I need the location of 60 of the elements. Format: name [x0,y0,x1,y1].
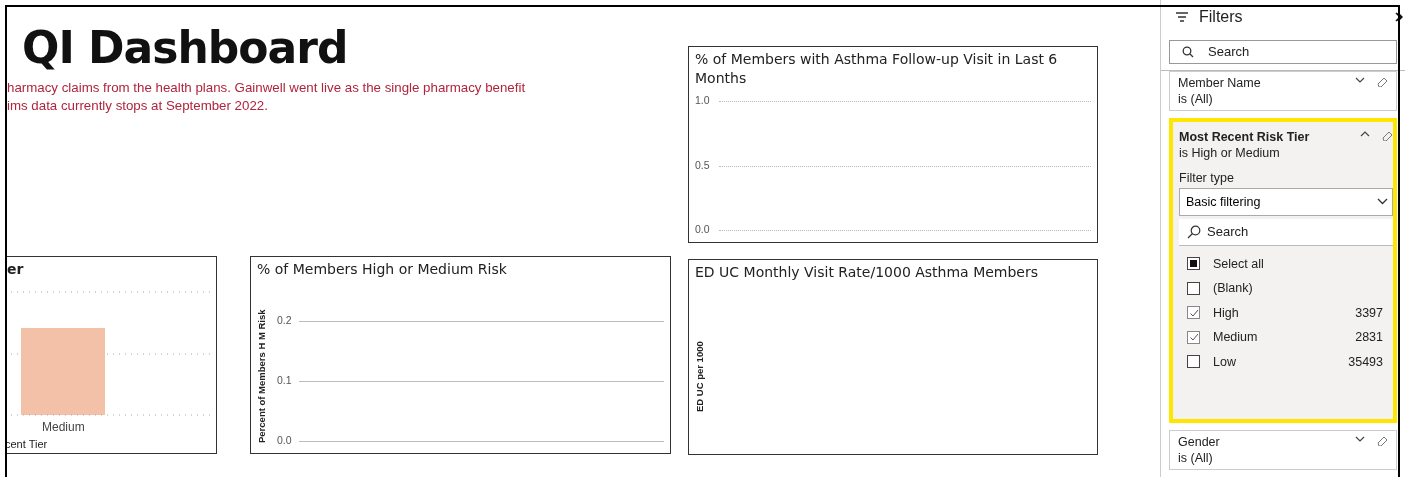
chart-title: ED UC Monthly Visit Rate/1000 Asthma Members [695,263,1039,282]
filter-option[interactable]: (Blank) [1179,276,1393,301]
eraser-icon[interactable] [1377,435,1388,446]
search-field[interactable]: Search [1179,218,1393,246]
tick-label: 0.0 [277,434,292,446]
filter-option[interactable]: Low 35493 [1179,349,1393,374]
filter-type-dropdown[interactable]: Basic filtering [1179,187,1393,216]
axis-title: Percent of Members H M Risk [256,309,267,443]
checkbox[interactable] [1187,355,1200,369]
axis-label: Medium [42,420,85,434]
collapse-icon[interactable] [1395,12,1403,23]
chevron-icon [1377,198,1388,205]
filter-summary: is High or Medium [1179,145,1281,160]
tick-label: 0.0 [695,223,710,235]
checkbox[interactable] [1187,330,1200,344]
option-count: 2831 [1355,330,1383,345]
search-input[interactable]: Search [1207,218,1393,245]
option-count: 35493 [1348,354,1383,369]
option-label: High [1213,305,1240,320]
filter-name: Member Name [1178,75,1262,90]
note-text: ims data currently stops at September 2022. [7,97,269,115]
search-icon [1187,224,1201,239]
expand-icon[interactable] [1355,75,1365,84]
field-label: Filter type [1179,170,1235,185]
filter-summary: is (All) [1178,91,1214,106]
tick-label: 0.5 [695,158,710,171]
filter-name: Most Recent Risk Tier [1179,129,1311,144]
filter-summary: is (All) [1178,451,1214,465]
eraser-icon[interactable] [1382,129,1393,141]
filter-name: Gender [1178,435,1221,449]
tick-label: 0.2 [277,314,292,326]
search-icon [1182,45,1194,58]
filter-option[interactable]: High 3397 [1179,300,1393,325]
chart-title: % of Members High or Medium Risk [257,260,508,279]
option-label: Select all [1213,256,1265,271]
checkbox[interactable] [1187,306,1200,320]
collapse-icon[interactable] [1360,129,1370,138]
filter-option[interactable]: Select all [1179,251,1393,276]
filter-option[interactable]: Medium 2831 [1179,325,1393,350]
search-field[interactable]: Search [1169,39,1397,64]
chart-title: er [7,260,25,279]
tick-label: 0.1 [277,374,292,386]
pane-title: Filters [1199,8,1243,27]
filter-card[interactable]: Member Name is (All) [1169,70,1397,111]
note-text: harmacy claims from the health plans. Gainwell went live as the single pharmacy benefit [7,79,526,97]
tick-label: 1.0 [695,94,710,106]
option-label: Low [1213,354,1237,369]
filter-icon [1175,11,1189,24]
option-count: 3397 [1355,305,1383,320]
option-label: Medium [1213,330,1259,345]
search-input[interactable]: Search [1208,40,1384,63]
report-title: QI Dashboard [22,22,348,73]
checkbox[interactable] [1187,281,1200,295]
eraser-icon[interactable] [1377,75,1388,87]
axis-title: ED UC per 1000 [694,341,705,412]
chart-title: % of Members with Asthma Follow-up Visit in Last 6 Months [695,50,1059,88]
expand-icon[interactable] [1355,435,1365,443]
filter-card[interactable]: Gender is (All) [1169,430,1397,470]
filter-card[interactable]: Most Recent Risk Tier is High or Medium Filter type Basic filtering Search Select all (Blank) High 3397 Medium 2831 Low 35493 [1169,117,1397,423]
option-label: (Blank) [1213,281,1254,296]
